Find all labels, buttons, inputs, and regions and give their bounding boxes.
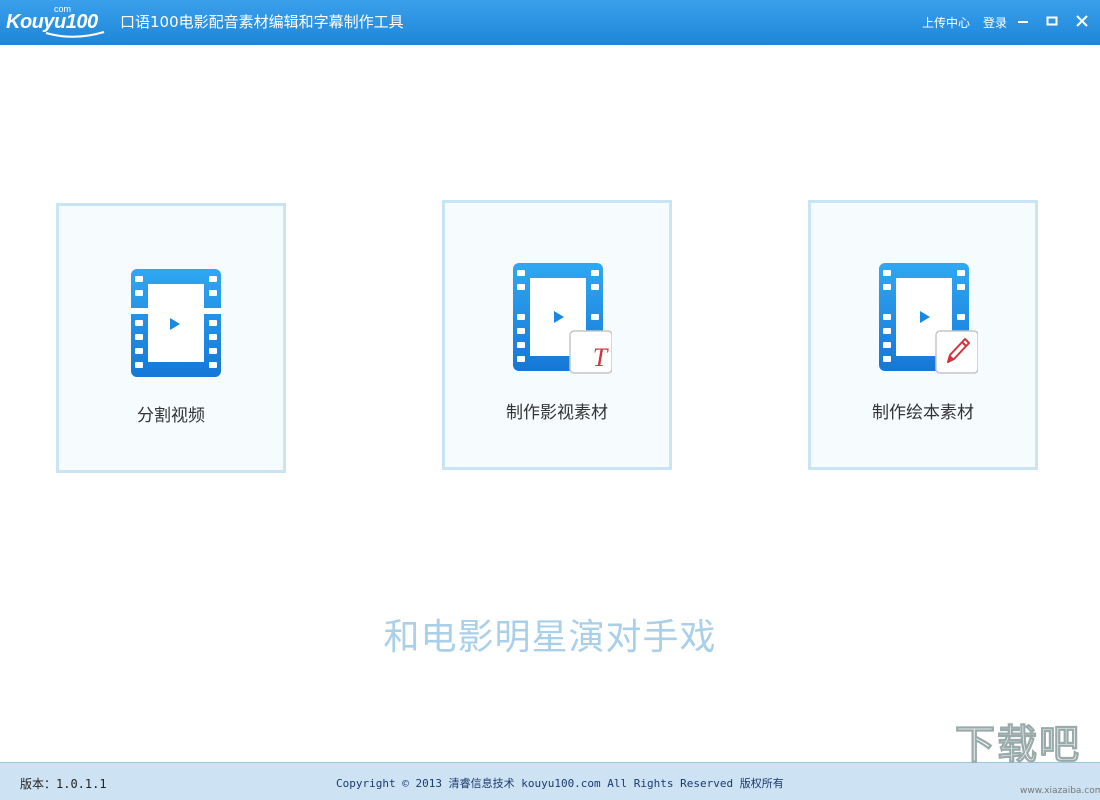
make-film-material-label: 制作影视素材 xyxy=(506,403,608,423)
login-link[interactable]: 登录 xyxy=(983,14,1007,31)
split-video-label: 分割视频 xyxy=(137,406,205,426)
site-watermark: 下载吧 xyxy=(955,722,1081,769)
make-picturebook-material-label: 制作绘本素材 xyxy=(872,403,974,423)
film-strip-icon xyxy=(131,269,221,377)
copyright-text: Copyright © 2013 清睿信息技术 kouyu100.com All… xyxy=(336,777,784,790)
app-title: 口语100电影配音素材编辑和字幕制作工具 xyxy=(120,13,404,31)
status-footer: 版本：1.0.1.1 Copyright © 2013 清睿信息技术 kouyu… xyxy=(0,762,1100,800)
title-bar: com Kouyu100 口语100电影配音素材编辑和字幕制作工具 上传中心 登… xyxy=(0,0,1100,45)
maximize-icon[interactable] xyxy=(1043,12,1061,30)
upload-center-link[interactable]: 上传中心 xyxy=(922,14,970,31)
minimize-icon[interactable] xyxy=(1014,12,1032,30)
logo-swoosh-icon xyxy=(45,31,105,38)
make-film-material-card[interactable]: T 制作影视素材 xyxy=(442,200,672,470)
version-text: 版本：1.0.1.1 xyxy=(20,777,107,791)
film-strip-pencil-icon xyxy=(879,263,978,374)
kouyu100-logo: com Kouyu100 xyxy=(4,3,108,39)
slogan-text: 和电影明星演对手戏 xyxy=(383,617,717,658)
site-watermark-url: www.xiazaiba.com xyxy=(1020,786,1100,796)
text-t-icon: T xyxy=(592,343,608,372)
make-picturebook-material-card[interactable]: 制作绘本素材 xyxy=(808,200,1038,470)
close-icon[interactable] xyxy=(1073,12,1091,30)
split-video-card[interactable]: 分割视频 xyxy=(56,203,286,473)
